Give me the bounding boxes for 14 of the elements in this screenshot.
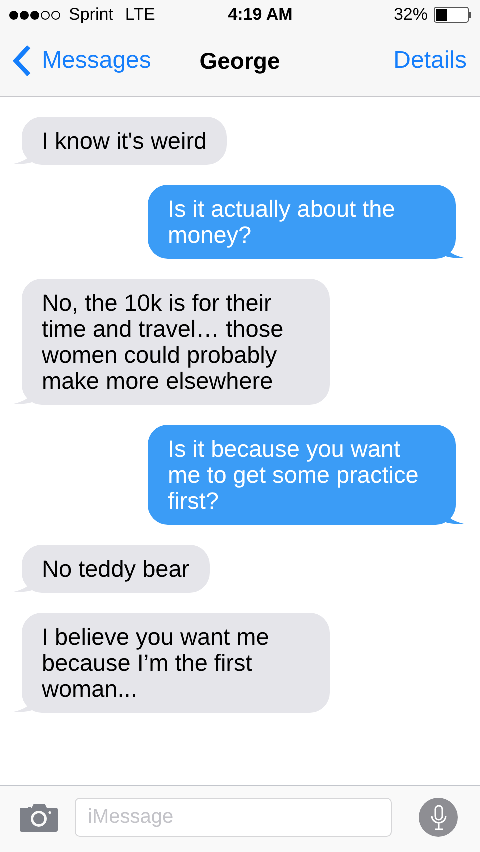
message-input[interactable]: iMessage xyxy=(75,798,392,837)
battery-icon xyxy=(434,7,472,23)
carrier-name: Sprint xyxy=(69,5,114,25)
camera-icon[interactable] xyxy=(20,804,58,832)
microphone-icon xyxy=(430,804,448,830)
status-time: 4:19 AM xyxy=(227,5,294,25)
back-button[interactable]: Messages xyxy=(12,45,152,77)
back-chevron-icon xyxy=(12,45,32,77)
network-type: LTE xyxy=(125,5,156,25)
conversation-title: George xyxy=(200,48,280,74)
signal-strength-icon xyxy=(9,10,63,20)
battery-percentage: 32% xyxy=(394,5,428,25)
details-button[interactable]: Details xyxy=(394,47,467,75)
microphone-button[interactable] xyxy=(419,798,458,837)
